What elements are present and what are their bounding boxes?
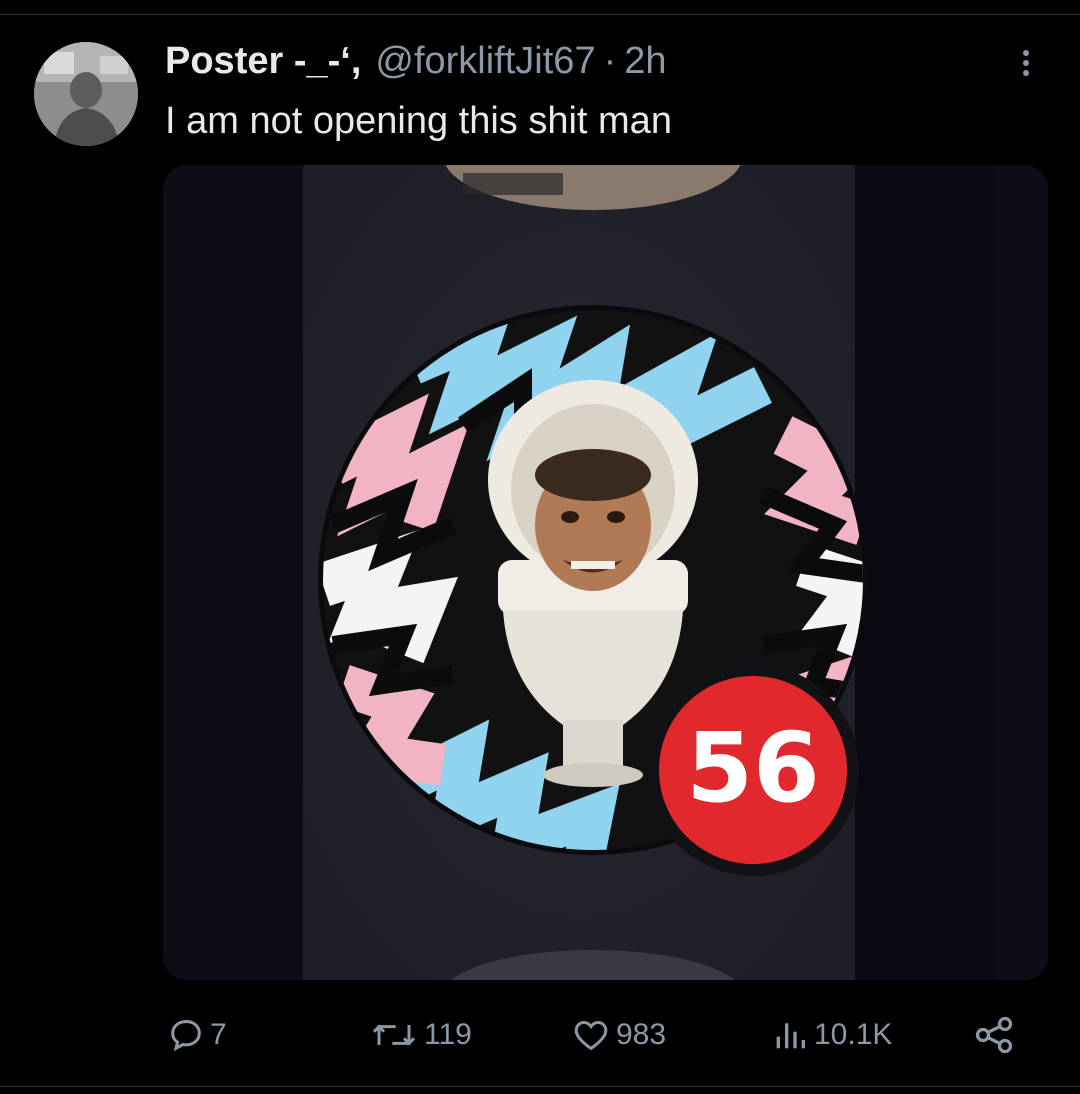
separator-dot: · [603, 40, 617, 82]
avatar[interactable] [34, 42, 138, 146]
views-chart-icon [776, 1023, 805, 1049]
bottom-divider [0, 1086, 1080, 1087]
post-time[interactable]: 2h [624, 40, 666, 83]
share-button[interactable] [972, 1005, 1016, 1065]
reply-button[interactable]: 7 [166, 1005, 227, 1065]
like-count: 983 [616, 1018, 667, 1051]
top-divider [0, 14, 1080, 15]
like-button[interactable]: 983 [570, 1005, 666, 1065]
avatar-image [34, 42, 138, 146]
views-count: 10.1K [814, 1018, 893, 1051]
action-bar: 7 119 983 10.1K [0, 1005, 1080, 1065]
post-header: Poster -_-‘, @forkliftJit67 · 2h [165, 40, 667, 86]
repost-button[interactable]: 119 [368, 1005, 472, 1065]
post-text: I am not opening this shit man [165, 100, 672, 142]
repost-icon [372, 1024, 416, 1046]
author-display-name[interactable]: Poster -_-‘, [165, 40, 361, 83]
media-image [163, 165, 1048, 980]
more-options-icon[interactable] [1008, 46, 1044, 86]
views-button[interactable]: 10.1K [770, 1005, 892, 1065]
author-handle[interactable]: @forkliftJit67 [375, 40, 595, 83]
media-badge-count: 56 [686, 712, 820, 824]
repost-count: 119 [424, 1018, 472, 1051]
reply-count: 7 [210, 1018, 227, 1051]
share-icon [975, 1016, 1013, 1054]
post-media[interactable]: 56 [163, 165, 1048, 980]
reply-icon [171, 1019, 201, 1052]
heart-icon [574, 1020, 608, 1051]
